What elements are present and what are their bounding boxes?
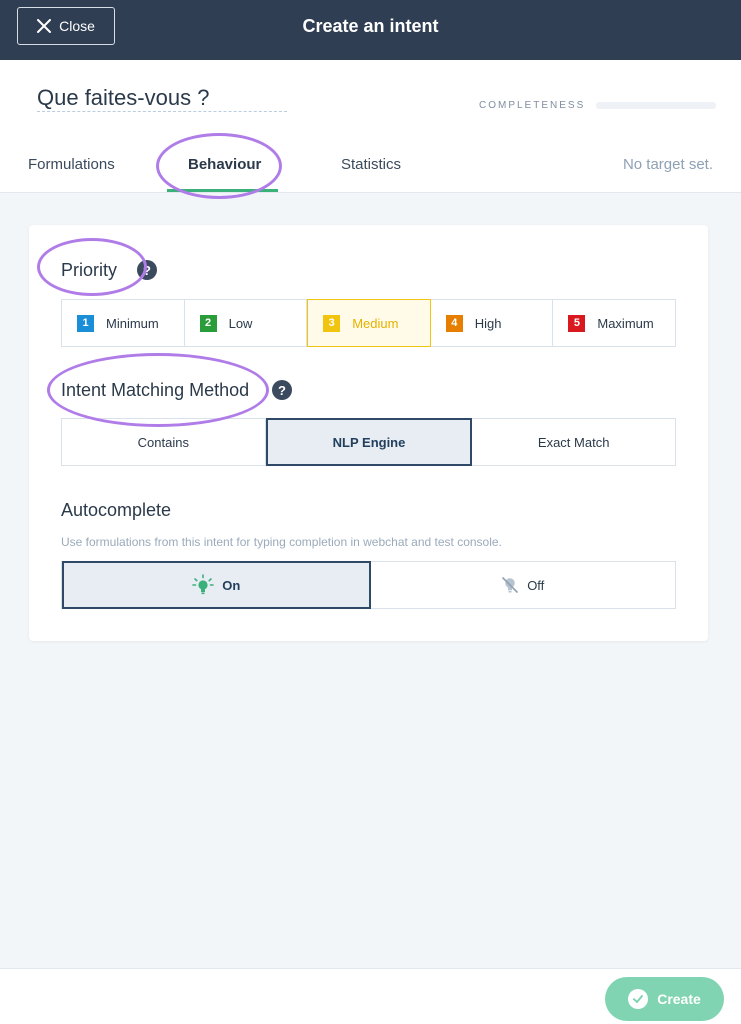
autocomplete-off-button[interactable]: Off	[371, 562, 676, 608]
priority-number-badge: 1	[77, 314, 94, 332]
completeness-label: COMPLETENESS	[479, 100, 586, 111]
priority-title: Priority	[61, 260, 118, 280]
active-tab-indicator	[167, 189, 278, 192]
priority-number-badge: 3	[323, 314, 341, 332]
tab-behaviour[interactable]: Behaviour	[188, 156, 261, 178]
priority-minimum-button[interactable]: 1 Minimum	[62, 300, 185, 346]
priority-help-icon[interactable]: ?	[137, 260, 157, 280]
lightbulb-off-icon	[502, 577, 518, 593]
priority-maximum-button[interactable]: 5 Maximum	[553, 300, 675, 346]
priority-label: Medium	[352, 315, 399, 331]
check-circle-icon	[628, 989, 649, 1009]
autocomplete-on-label: On	[222, 577, 241, 593]
autocomplete-off-label: Off	[527, 577, 545, 593]
autocomplete-toggle: On Off	[61, 561, 676, 609]
priority-selector: 1 Minimum 2 Low 3 Medium 4 High 5 Maximu…	[61, 299, 676, 347]
priority-number-badge: 5	[568, 314, 586, 332]
autocomplete-on-button[interactable]: On	[62, 561, 371, 609]
priority-number-badge: 4	[445, 314, 463, 332]
priority-low-button[interactable]: 2 Low	[184, 300, 308, 346]
method-nlp-engine-button[interactable]: NLP Engine	[265, 418, 473, 466]
autocomplete-description: Use formulations from this intent for ty…	[61, 535, 502, 549]
top-bar: Close Create an intent	[0, 0, 741, 60]
create-button-label: Create	[657, 991, 701, 1007]
target-status: No target set.	[622, 156, 713, 173]
lightbulb-on-icon	[192, 574, 215, 595]
priority-high-button[interactable]: 4 High	[430, 300, 554, 346]
tab-statistics[interactable]: Statistics	[341, 156, 401, 178]
dialog-title: Create an intent	[302, 15, 439, 36]
priority-label: Maximum	[597, 315, 654, 331]
method-exact-match-button[interactable]: Exact Match	[472, 419, 675, 465]
priority-label: Low	[228, 315, 253, 331]
priority-number-badge: 2	[199, 314, 217, 332]
intent-header: COMPLETENESS Formulations Behaviour Stat…	[0, 60, 741, 193]
tab-formulations[interactable]: Formulations	[28, 156, 115, 178]
matching-method-selector: Contains NLP Engine Exact Match	[61, 418, 676, 466]
matching-method-title: Intent Matching Method	[61, 380, 250, 400]
matching-method-help-icon[interactable]: ?	[272, 380, 292, 400]
priority-label: Minimum	[106, 315, 159, 331]
completeness-bar	[596, 102, 716, 109]
intent-name-input[interactable]	[37, 84, 287, 112]
method-contains-button[interactable]: Contains	[62, 419, 266, 465]
dialog-footer: Create	[0, 968, 741, 1024]
priority-label: High	[474, 315, 502, 331]
priority-medium-button[interactable]: 3 Medium	[307, 299, 431, 347]
autocomplete-title: Autocomplete	[61, 500, 172, 520]
create-button[interactable]: Create	[605, 977, 724, 1021]
